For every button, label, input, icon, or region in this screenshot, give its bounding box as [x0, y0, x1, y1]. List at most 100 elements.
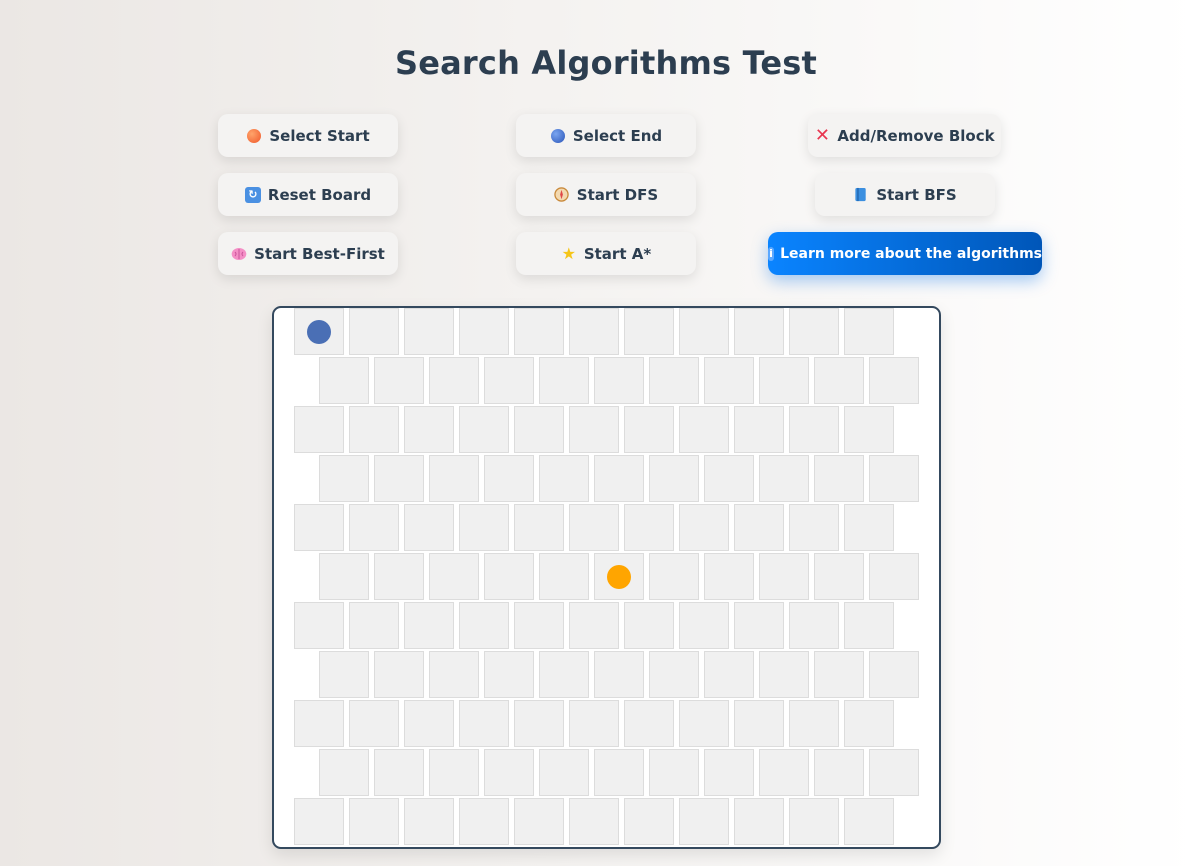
- grid-cell[interactable]: [569, 308, 619, 355]
- grid-cell[interactable]: [869, 553, 919, 600]
- grid-cell[interactable]: [624, 798, 674, 845]
- grid-cell[interactable]: [349, 308, 399, 355]
- grid-cell[interactable]: [404, 308, 454, 355]
- grid-cell[interactable]: [814, 553, 864, 600]
- grid-cell[interactable]: [459, 308, 509, 355]
- grid-cell[interactable]: [789, 504, 839, 551]
- grid-cell[interactable]: [539, 357, 589, 404]
- grid-cell[interactable]: [734, 798, 784, 845]
- grid-cell[interactable]: [404, 602, 454, 649]
- grid-cell[interactable]: [869, 651, 919, 698]
- grid-cell[interactable]: [349, 504, 399, 551]
- grid-cell[interactable]: [789, 406, 839, 453]
- grid-cell[interactable]: [789, 602, 839, 649]
- grid-cell[interactable]: [704, 455, 754, 502]
- grid-cell[interactable]: [869, 749, 919, 796]
- grid-cell[interactable]: [624, 308, 674, 355]
- add-remove-block-button[interactable]: ✕ Add/Remove Block: [808, 114, 1001, 157]
- grid-cell[interactable]: [294, 308, 344, 355]
- start-best-first-button[interactable]: Start Best-First: [218, 232, 398, 275]
- grid-cell[interactable]: [679, 700, 729, 747]
- grid-cell[interactable]: [569, 798, 619, 845]
- grid-cell[interactable]: [374, 357, 424, 404]
- grid-cell[interactable]: [539, 651, 589, 698]
- grid-cell[interactable]: [594, 357, 644, 404]
- grid-cell[interactable]: [869, 357, 919, 404]
- grid-cell[interactable]: [649, 651, 699, 698]
- grid-cell[interactable]: [844, 504, 894, 551]
- grid-cell[interactable]: [459, 504, 509, 551]
- learn-more-button[interactable]: i Learn more about the algorithms: [768, 232, 1042, 275]
- grid-cell[interactable]: [294, 700, 344, 747]
- start-dfs-button[interactable]: Start DFS: [516, 173, 696, 216]
- grid-cell[interactable]: [734, 602, 784, 649]
- grid-cell[interactable]: [704, 553, 754, 600]
- reset-board-button[interactable]: ↻ Reset Board: [218, 173, 398, 216]
- grid-cell[interactable]: [484, 455, 534, 502]
- grid-cell[interactable]: [514, 308, 564, 355]
- grid-cell[interactable]: [484, 553, 534, 600]
- grid-cell[interactable]: [319, 651, 369, 698]
- select-start-button[interactable]: Select Start: [218, 114, 398, 157]
- grid-cell[interactable]: [374, 455, 424, 502]
- grid-cell[interactable]: [319, 357, 369, 404]
- start-bfs-button[interactable]: Start BFS: [815, 173, 995, 216]
- grid-cell[interactable]: [294, 602, 344, 649]
- grid-cell[interactable]: [704, 749, 754, 796]
- grid-cell[interactable]: [539, 553, 589, 600]
- grid-cell[interactable]: [294, 798, 344, 845]
- grid-cell[interactable]: [734, 504, 784, 551]
- grid-cell[interactable]: [814, 651, 864, 698]
- grid-cell[interactable]: [844, 700, 894, 747]
- grid-cell[interactable]: [624, 504, 674, 551]
- grid-cell[interactable]: [759, 455, 809, 502]
- grid-cell[interactable]: [594, 553, 644, 600]
- grid-cell[interactable]: [759, 357, 809, 404]
- grid-cell[interactable]: [294, 504, 344, 551]
- grid-cell[interactable]: [349, 602, 399, 649]
- grid-cell[interactable]: [624, 602, 674, 649]
- grid-cell[interactable]: [649, 749, 699, 796]
- grid-cell[interactable]: [319, 553, 369, 600]
- grid-cell[interactable]: [319, 455, 369, 502]
- grid-cell[interactable]: [594, 455, 644, 502]
- grid-cell[interactable]: [869, 455, 919, 502]
- grid-cell[interactable]: [294, 406, 344, 453]
- grid-cell[interactable]: [514, 700, 564, 747]
- grid-cell[interactable]: [459, 700, 509, 747]
- grid-cell[interactable]: [649, 553, 699, 600]
- grid-cell[interactable]: [679, 602, 729, 649]
- grid-cell[interactable]: [374, 553, 424, 600]
- grid-cell[interactable]: [484, 357, 534, 404]
- grid-cell[interactable]: [429, 455, 479, 502]
- grid-cell[interactable]: [789, 700, 839, 747]
- grid-cell[interactable]: [704, 357, 754, 404]
- grid-cell[interactable]: [514, 798, 564, 845]
- grid-cell[interactable]: [814, 749, 864, 796]
- grid-cell[interactable]: [814, 357, 864, 404]
- grid-cell[interactable]: [844, 308, 894, 355]
- grid-cell[interactable]: [514, 504, 564, 551]
- select-end-button[interactable]: Select End: [516, 114, 696, 157]
- grid-cell[interactable]: [429, 553, 479, 600]
- grid-cell[interactable]: [844, 798, 894, 845]
- grid-cell[interactable]: [649, 357, 699, 404]
- grid-cell[interactable]: [594, 749, 644, 796]
- grid-cell[interactable]: [734, 308, 784, 355]
- grid-cell[interactable]: [679, 406, 729, 453]
- grid-cell[interactable]: [374, 749, 424, 796]
- grid-cell[interactable]: [844, 602, 894, 649]
- grid-cell[interactable]: [624, 700, 674, 747]
- grid-cell[interactable]: [569, 602, 619, 649]
- grid-cell[interactable]: [704, 651, 754, 698]
- grid-cell[interactable]: [404, 406, 454, 453]
- grid-cell[interactable]: [539, 749, 589, 796]
- grid-cell[interactable]: [514, 406, 564, 453]
- grid-cell[interactable]: [514, 602, 564, 649]
- grid-cell[interactable]: [759, 553, 809, 600]
- grid-cell[interactable]: [759, 651, 809, 698]
- grid-cell[interactable]: [459, 602, 509, 649]
- grid-cell[interactable]: [539, 455, 589, 502]
- grid-cell[interactable]: [789, 798, 839, 845]
- grid-cell[interactable]: [349, 406, 399, 453]
